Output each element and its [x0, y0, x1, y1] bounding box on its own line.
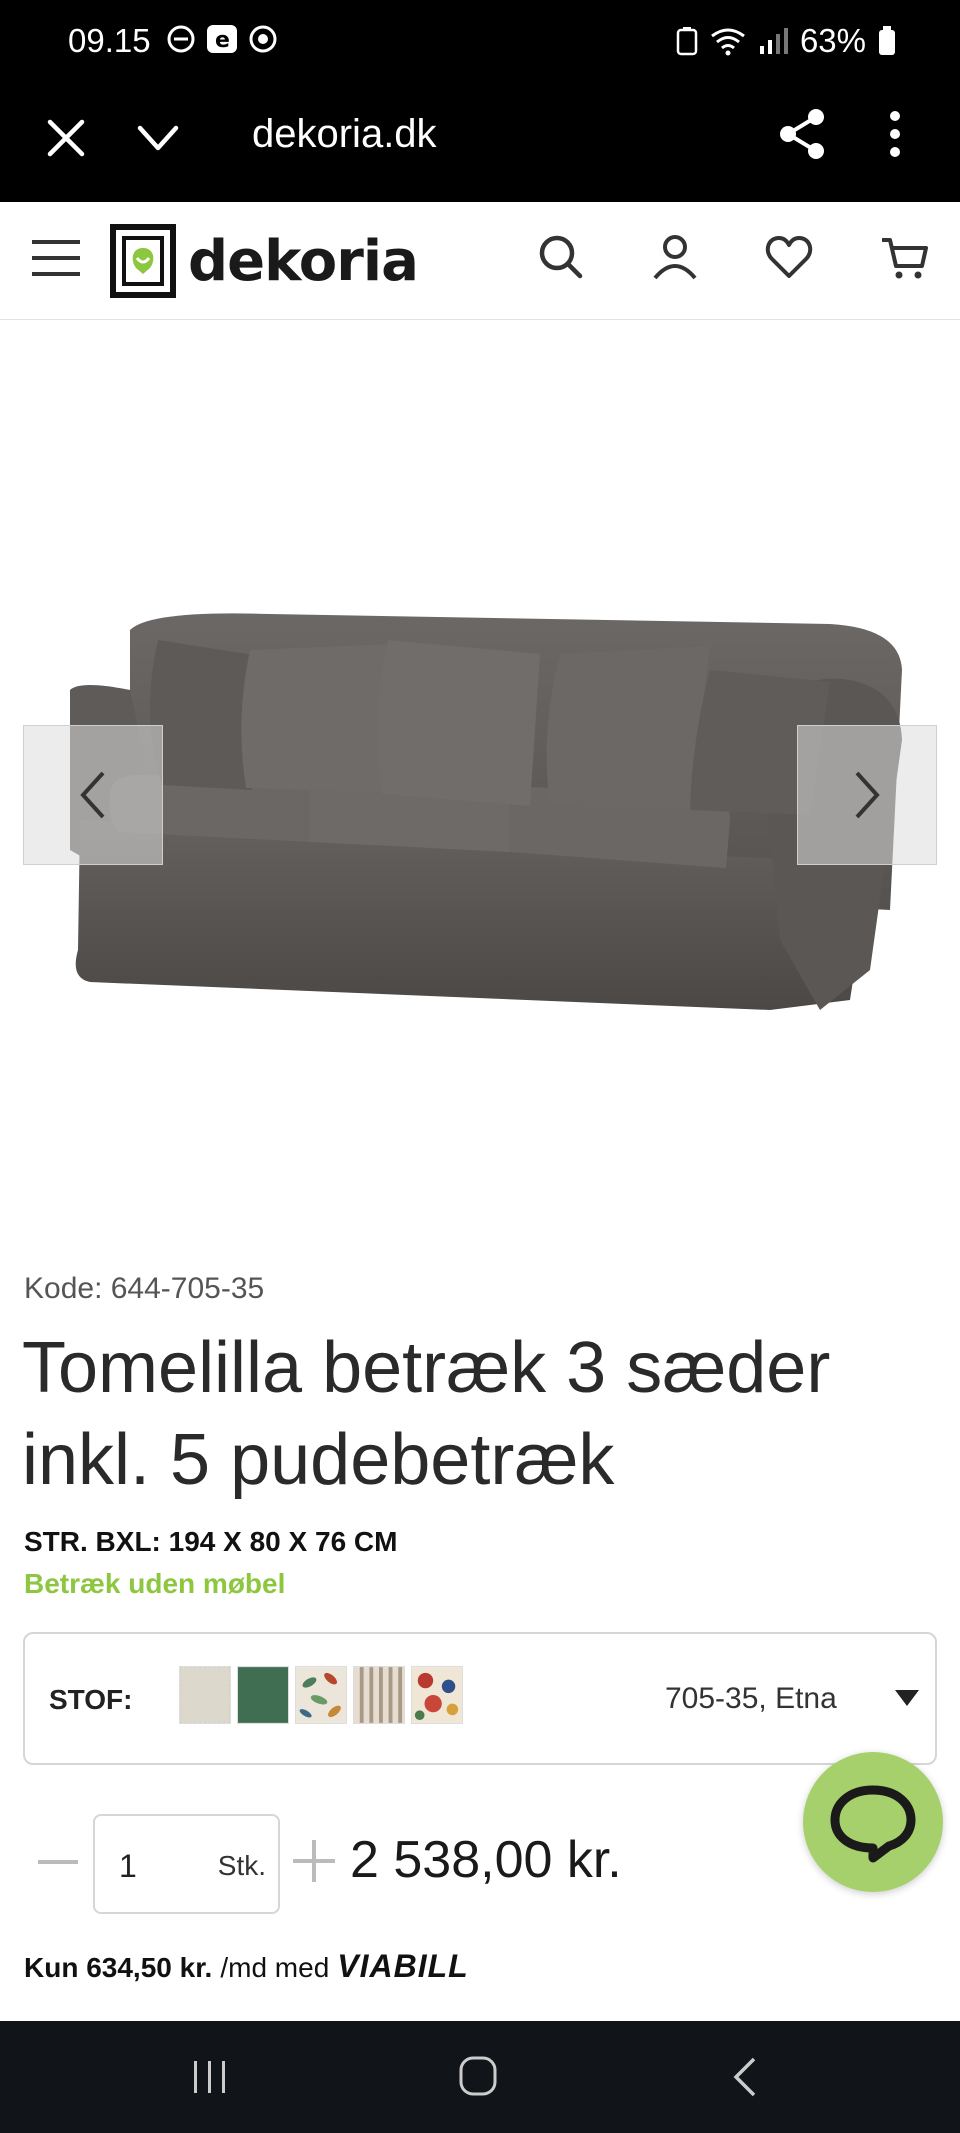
product-price: 2 538,00 kr. — [350, 1831, 622, 1889]
product-size: STR. BXL: 194 X 80 X 76 CM — [24, 1526, 398, 1557]
wishlist-heart-icon[interactable] — [764, 232, 814, 282]
quantity-decrease-button[interactable] — [38, 1860, 78, 1864]
chevron-left-icon — [80, 771, 105, 819]
battery-percent: 63% — [799, 22, 866, 59]
quantity-increase-button[interactable] — [293, 1840, 335, 1882]
more-options-icon[interactable] — [880, 108, 910, 160]
browser-e-icon: e — [207, 25, 237, 53]
product-code: Kode: 644-705-35 — [24, 1272, 265, 1305]
product-gallery[interactable] — [0, 320, 960, 1220]
swatch-leaves[interactable] — [295, 1666, 347, 1724]
menu-icon[interactable] — [32, 236, 80, 280]
close-icon[interactable] — [44, 116, 88, 160]
battery-saver-icon — [676, 27, 698, 56]
fabric-selected-value: 705-35, Etna — [665, 1682, 837, 1715]
chevron-right-icon — [855, 771, 880, 819]
installment-amount: Kun 634,50 kr. — [24, 1952, 213, 1983]
dropdown-caret-icon[interactable] — [895, 1690, 919, 1706]
browser-toolbar: dekoria.dk — [0, 86, 960, 202]
share-icon[interactable] — [778, 108, 826, 160]
recent-apps-icon[interactable] — [190, 2059, 230, 2095]
signal-icon — [759, 28, 788, 54]
sync-icon — [249, 25, 277, 53]
status-icons-right: 63% — [676, 22, 896, 60]
swatch-stripes[interactable] — [353, 1666, 405, 1724]
status-bar: 09.15 e 63% — [0, 0, 960, 86]
logo-icon — [110, 224, 176, 298]
status-icons-left: e — [166, 24, 278, 54]
quantity-unit: Stk. — [217, 1850, 266, 1881]
viabill-logo: VIABILL — [337, 1948, 469, 1984]
product-title: Tomelilla betræk 3 sæder inkl. 5 pudebet… — [22, 1328, 831, 1500]
chat-button[interactable] — [803, 1752, 943, 1892]
cart-icon[interactable] — [880, 232, 930, 282]
home-icon[interactable] — [458, 2055, 498, 2097]
account-icon[interactable] — [650, 232, 700, 282]
site-header: dekoria — [0, 202, 960, 320]
fabric-selector[interactable]: STOF: 705-35, Etna — [23, 1632, 937, 1765]
do-not-disturb-icon — [167, 25, 195, 53]
quantity-input[interactable]: 1 Stk. — [93, 1814, 280, 1914]
swatch-floral[interactable] — [411, 1666, 463, 1724]
installment-info: Kun 634,50 kr. /md med VIABILL — [24, 1948, 469, 1985]
search-icon[interactable] — [536, 232, 586, 282]
fabric-label: STOF: — [49, 1684, 133, 1715]
logo-text: dekoria — [188, 228, 419, 294]
gallery-next-button[interactable] — [797, 725, 937, 865]
product-image-sofa — [70, 613, 902, 1010]
chevron-down-icon[interactable] — [136, 116, 180, 160]
quantity-value[interactable]: 1 — [119, 1848, 137, 1885]
swatch-beige[interactable] — [179, 1666, 231, 1724]
android-navigation-bar — [0, 2021, 960, 2133]
url-bar[interactable]: dekoria.dk — [252, 112, 437, 157]
product-note: Betræk uden møbel — [24, 1568, 286, 1599]
svg-text:e: e — [215, 28, 230, 53]
swatch-green[interactable] — [237, 1666, 289, 1724]
back-icon[interactable] — [730, 2055, 760, 2099]
wifi-icon — [711, 28, 745, 56]
installment-text: /md med — [220, 1952, 330, 1983]
status-time: 09.15 — [68, 22, 151, 59]
chat-bubble-icon — [830, 1785, 916, 1863]
battery-icon — [879, 26, 895, 55]
gallery-prev-button[interactable] — [23, 725, 163, 865]
site-logo[interactable]: dekoria — [110, 222, 419, 300]
